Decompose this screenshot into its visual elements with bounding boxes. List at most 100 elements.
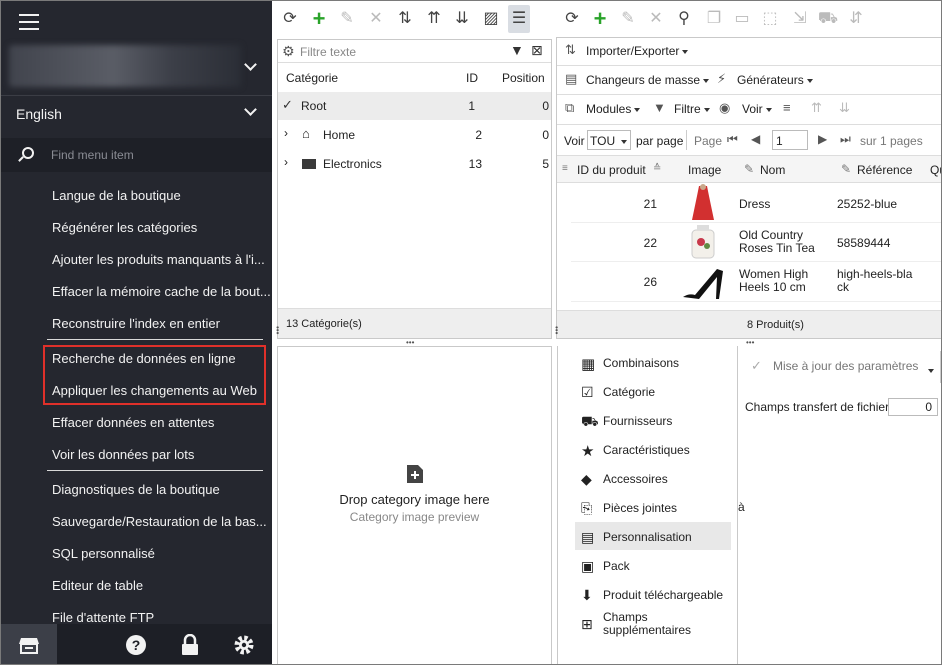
mass-changers-button[interactable]: Changeurs de masse bbox=[586, 73, 710, 87]
unlink-icon[interactable]: ⇵ bbox=[845, 5, 867, 33]
menu-search-input[interactable]: Find menu item bbox=[51, 148, 134, 162]
menu-item-backup-restore[interactable]: Sauvegarde/Restauration de la bas... bbox=[52, 514, 267, 529]
clear-filter-icon[interactable]: ⊠ bbox=[531, 42, 543, 59]
tab-extra-fields[interactable]: Champs supplémentaires bbox=[603, 611, 713, 637]
menu-item-clear-pending-data[interactable]: Effacer données en attentes bbox=[52, 415, 214, 430]
menu-item-custom-sql[interactable]: SQL personnalisé bbox=[52, 546, 155, 561]
lock-icon[interactable] bbox=[181, 634, 199, 656]
edit-icon[interactable]: ✎ bbox=[336, 5, 358, 33]
last-page-icon[interactable]: ⏭ bbox=[840, 132, 851, 147]
move-down-icon[interactable]: ⇊ bbox=[451, 5, 473, 33]
menu-search[interactable]: Find menu item bbox=[1, 138, 272, 172]
tab-pack[interactable]: Pack bbox=[603, 559, 630, 573]
column-name[interactable]: Nom bbox=[760, 163, 785, 177]
menu-item-ftp-queue[interactable]: File d'attente FTP bbox=[52, 610, 154, 625]
add-icon[interactable]: + bbox=[308, 5, 330, 33]
menu-item-shop-diagnostics[interactable]: Diagnostiques de la boutique bbox=[52, 482, 220, 497]
category-pane: ⚙ Filtre texte ▼ ⊠ Catégorie ID Position… bbox=[277, 39, 552, 339]
language-chevron-down-icon[interactable] bbox=[244, 103, 257, 116]
generators-button[interactable]: Générateurs bbox=[737, 73, 813, 87]
filter-icon[interactable]: ▼ bbox=[510, 42, 524, 58]
menu-item-table-editor[interactable]: Editeur de table bbox=[52, 578, 143, 593]
menu-item-online-data-search[interactable]: Recherche de données en ligne bbox=[52, 351, 236, 366]
menu-item-clear-cache[interactable]: Effacer la mémoire cache de la bout... bbox=[52, 284, 271, 299]
menu-item-rebuild-index[interactable]: Reconstruire l'index en entier bbox=[52, 316, 220, 331]
mark-icon[interactable]: ⇲ bbox=[789, 5, 811, 33]
delete-icon[interactable]: ✕ bbox=[365, 5, 387, 33]
move-up-icon[interactable]: ⇈ bbox=[811, 100, 822, 116]
splitter-handle[interactable]: ••• bbox=[273, 326, 282, 334]
menu-item-view-batch-data[interactable]: Voir les données par lots bbox=[52, 447, 194, 462]
column-category[interactable]: Catégorie bbox=[286, 71, 338, 85]
column-product-id[interactable]: ID du produit bbox=[577, 163, 646, 177]
search-icon[interactable]: ⚲ bbox=[673, 5, 695, 33]
hamburger-menu-icon[interactable] bbox=[19, 14, 39, 30]
move-up-icon[interactable]: ⇈ bbox=[423, 5, 445, 33]
table-row[interactable]: 22 Old Country Roses Tin Tea 58589444 bbox=[571, 223, 941, 262]
column-reference[interactable]: Référence bbox=[857, 163, 912, 177]
tab-accessories[interactable]: Accessoires bbox=[603, 472, 668, 486]
copy-icon[interactable]: ❐ bbox=[703, 5, 725, 33]
gear-icon[interactable] bbox=[233, 634, 255, 656]
first-page-icon[interactable]: ⏮ bbox=[727, 132, 738, 147]
tab-category[interactable]: Catégorie bbox=[603, 385, 655, 399]
splitter-handle[interactable]: ••• bbox=[552, 326, 561, 334]
table-row[interactable]: 26 Women High Heels 10 cm high-heels-bla… bbox=[571, 262, 941, 302]
next-page-icon[interactable]: ▶ bbox=[818, 132, 827, 146]
menu-item-shop-language[interactable]: Langue de la boutique bbox=[52, 188, 181, 203]
column-position[interactable]: Position bbox=[502, 71, 545, 85]
paste-icon[interactable]: ▭ bbox=[731, 5, 753, 33]
image-drop-area[interactable]: Drop category image here Category image … bbox=[277, 346, 552, 664]
column-image[interactable]: Image bbox=[688, 163, 721, 177]
add-product-icon[interactable]: + bbox=[589, 5, 611, 33]
sort-icon[interactable]: ⇅ bbox=[394, 5, 416, 33]
expand-arrow-icon[interactable]: › bbox=[284, 155, 288, 169]
tab-features[interactable]: Caractéristiques bbox=[603, 443, 690, 457]
tab-customization[interactable]: Personnalisation bbox=[603, 530, 692, 544]
filter-list-icon[interactable]: ☰ bbox=[508, 5, 530, 33]
refresh-icon[interactable]: ⟳ bbox=[561, 5, 583, 33]
page-size-select[interactable]: TOU bbox=[587, 130, 631, 150]
menu-item-add-missing-products[interactable]: Ajouter les produits manquants à l'i... bbox=[52, 252, 265, 267]
table-row[interactable]: ✓ Root 1 0 bbox=[278, 92, 551, 120]
expand-arrow-icon[interactable]: › bbox=[284, 126, 288, 140]
sort-text-icon[interactable]: ≡ bbox=[783, 100, 791, 115]
tab-combinations[interactable]: Combinaisons bbox=[603, 356, 679, 370]
prev-page-icon[interactable]: ◀ bbox=[751, 132, 760, 146]
image-icon[interactable]: ▨ bbox=[480, 5, 502, 33]
delete-icon[interactable]: ✕ bbox=[645, 5, 667, 33]
menu-item-apply-changes-web[interactable]: Appliquer les changements au Web bbox=[52, 383, 257, 398]
import-export-button[interactable]: Importer/Exporter bbox=[586, 44, 689, 58]
column-quantity[interactable]: Qu bbox=[930, 163, 941, 177]
dropdown-arrow-icon[interactable] bbox=[925, 363, 934, 377]
truck-icon[interactable]: ⛟ bbox=[817, 5, 839, 33]
table-row[interactable]: 21 Dress 25252-blue bbox=[571, 184, 941, 223]
help-icon[interactable]: ? bbox=[125, 634, 147, 656]
table-row[interactable]: › ⌂ Home 2 0 bbox=[278, 121, 551, 149]
settings-icon[interactable]: ⚙ bbox=[282, 43, 295, 60]
view-button[interactable]: Voir bbox=[742, 102, 772, 116]
file-fields-input[interactable]: 0 bbox=[888, 398, 938, 416]
splitter-handle[interactable]: ••• bbox=[746, 338, 754, 347]
filter-button[interactable]: Filtre bbox=[674, 102, 710, 116]
move-down-icon[interactable]: ⇊ bbox=[839, 100, 850, 116]
store-button[interactable] bbox=[1, 624, 57, 664]
filter-text-input[interactable]: Filtre texte bbox=[300, 45, 356, 59]
modules-button[interactable]: Modules bbox=[586, 102, 641, 116]
table-row[interactable]: › Electronics 13 5 bbox=[278, 150, 551, 178]
page-input[interactable]: 1 bbox=[772, 130, 808, 150]
update-settings-button[interactable]: ✓ Mise à jour des paramètres bbox=[745, 351, 941, 383]
tab-downloadable[interactable]: Produit téléchargeable bbox=[603, 588, 723, 602]
grid-menu-icon[interactable]: ≡ bbox=[562, 163, 568, 174]
tab-suppliers[interactable]: Fournisseurs bbox=[603, 414, 672, 428]
language-select[interactable]: English bbox=[16, 106, 62, 122]
select-icon[interactable]: ⬚ bbox=[759, 5, 781, 33]
refresh-icon[interactable]: ⟳ bbox=[279, 5, 301, 33]
splitter-handle[interactable]: ••• bbox=[406, 338, 414, 347]
column-id[interactable]: ID bbox=[466, 71, 478, 85]
edit-icon[interactable]: ✎ bbox=[617, 5, 639, 33]
tab-attachments[interactable]: Pièces jointes bbox=[603, 501, 677, 515]
shop-selector-blurred[interactable] bbox=[9, 45, 241, 87]
shop-chevron-down-icon[interactable] bbox=[244, 58, 257, 71]
menu-item-regenerate-categories[interactable]: Régénérer les catégories bbox=[52, 220, 197, 235]
